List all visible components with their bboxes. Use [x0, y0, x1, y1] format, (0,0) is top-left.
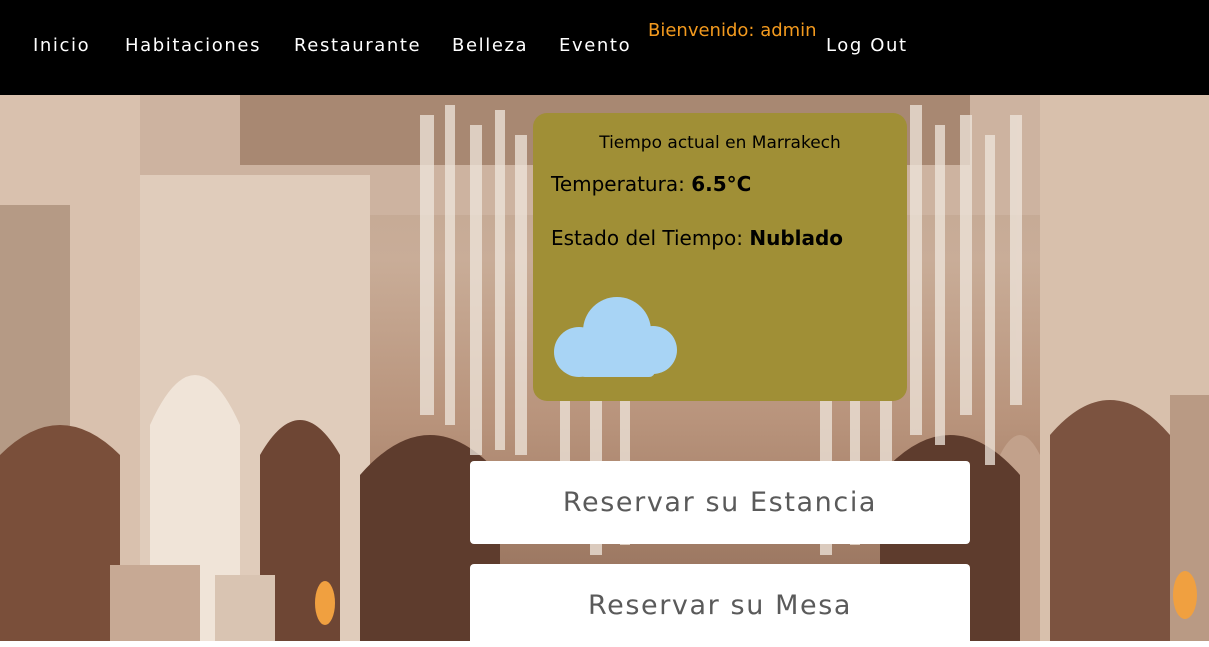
nav-belleza[interactable]: Belleza — [452, 35, 528, 56]
cloud-icon — [554, 297, 677, 377]
temperature-row: Temperatura: 6.5°C — [551, 172, 751, 196]
nav-evento[interactable]: Evento — [559, 35, 631, 56]
weather-state-row: Estado del Tiempo: Nublado — [551, 226, 843, 250]
temperature-label: Temperatura: — [551, 172, 685, 196]
logout-link[interactable]: Log Out — [826, 35, 908, 56]
nav-restaurante[interactable]: Restaurante — [294, 35, 421, 56]
nav-habitaciones[interactable]: Habitaciones — [125, 35, 261, 56]
weather-card: Tiempo actual en Marrakech Temperatura: … — [533, 113, 907, 401]
welcome-user: Bienvenido: admin — [648, 20, 817, 41]
book-stay-button[interactable]: Reservar su Estancia — [470, 461, 970, 544]
top-navbar: Inicio Habitaciones Restaurante Belleza … — [0, 0, 1209, 95]
weather-state-label: Estado del Tiempo: — [551, 226, 743, 250]
nav-inicio[interactable]: Inicio — [33, 35, 90, 56]
weather-title: Tiempo actual en Marrakech — [599, 133, 841, 153]
temperature-value: 6.5°C — [691, 172, 752, 196]
weather-state-value: Nublado — [749, 226, 844, 250]
book-table-button[interactable]: Reservar su Mesa — [470, 564, 970, 647]
